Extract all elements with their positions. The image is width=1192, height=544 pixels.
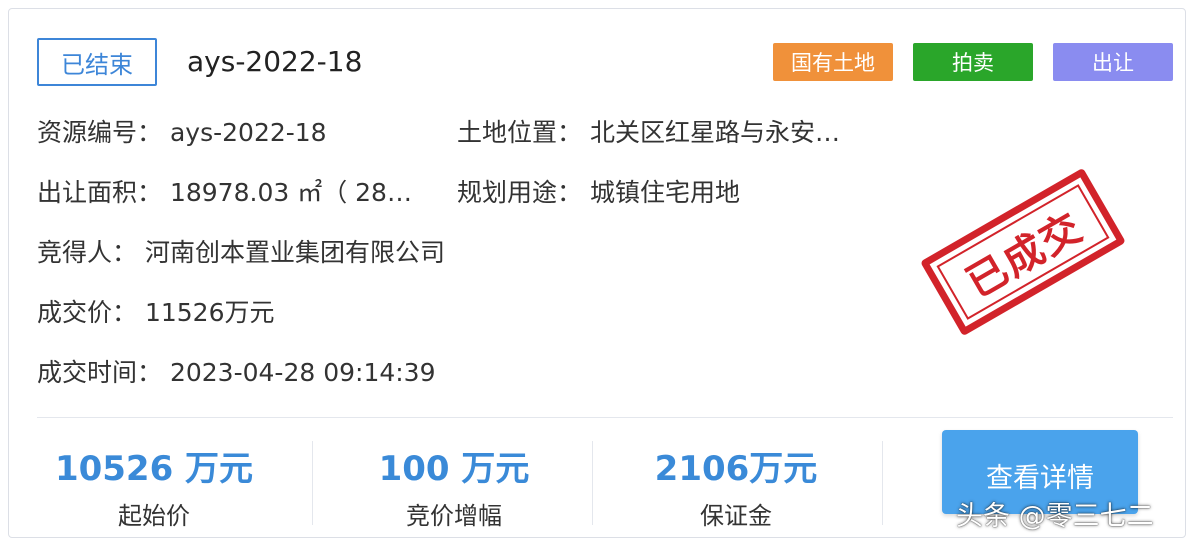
deposit-value: 2106万元: [654, 449, 818, 489]
status-tag: 已结束: [37, 38, 157, 86]
winner-value: 河南创本置业集团有限公司: [144, 238, 445, 267]
area-label: 出让面积：: [37, 178, 163, 207]
location-row: 土地位置： 北关区红星路与永安…: [457, 113, 840, 149]
starting-price-value: 10526 万元: [54, 449, 254, 489]
location-label: 土地位置：: [457, 118, 583, 147]
bid-increment-stat: 100 万元 竞价增幅: [329, 441, 579, 531]
deal-closed-stamp: 已成交: [920, 167, 1126, 337]
bid-increment-caption: 竞价增幅: [406, 502, 502, 530]
stat-divider: [592, 441, 593, 525]
usage-label: 规划用途：: [457, 178, 583, 207]
time-value: 2023-04-28 09:14:39: [169, 358, 436, 387]
time-label: 成交时间：: [37, 358, 163, 387]
badge-transfer: 出让: [1053, 43, 1173, 81]
winner-label: 竞得人：: [37, 238, 138, 267]
badge-state-owned-land: 国有土地: [773, 43, 893, 81]
usage-value: 城镇住宅用地: [589, 178, 740, 207]
badge-auction: 拍卖: [913, 43, 1033, 81]
stat-divider: [312, 441, 313, 525]
price-label: 成交价：: [37, 298, 138, 327]
time-row: 成交时间： 2023-04-28 09:14:39: [37, 353, 435, 389]
location-value: 北关区红星路与永安…: [589, 118, 840, 147]
resource-no-value: ays-2022-18: [169, 118, 327, 147]
area-value: 18978.03 ㎡（ 28…: [169, 178, 412, 207]
divider: [37, 417, 1173, 418]
resource-no-row: 资源编号： ays-2022-18: [37, 113, 327, 149]
starting-price-stat: 10526 万元 起始价: [29, 441, 279, 531]
resource-no-label: 资源编号：: [37, 118, 163, 147]
usage-row: 规划用途： 城镇住宅用地: [457, 173, 740, 209]
listing-title[interactable]: ays-2022-18: [187, 45, 362, 78]
winner-row: 竞得人： 河南创本置业集团有限公司: [37, 233, 445, 269]
watermark: 头条 @零三七二: [956, 501, 1154, 532]
starting-price-caption: 起始价: [118, 502, 190, 530]
deposit-stat: 2106万元 保证金: [611, 441, 861, 531]
bid-increment-value: 100 万元: [378, 449, 530, 489]
stat-divider: [882, 441, 883, 525]
deposit-caption: 保证金: [700, 502, 772, 530]
price-row: 成交价： 11526万元: [37, 293, 275, 329]
price-value: 11526万元: [144, 298, 275, 327]
area-row: 出让面积： 18978.03 ㎡（ 28…: [37, 173, 412, 209]
